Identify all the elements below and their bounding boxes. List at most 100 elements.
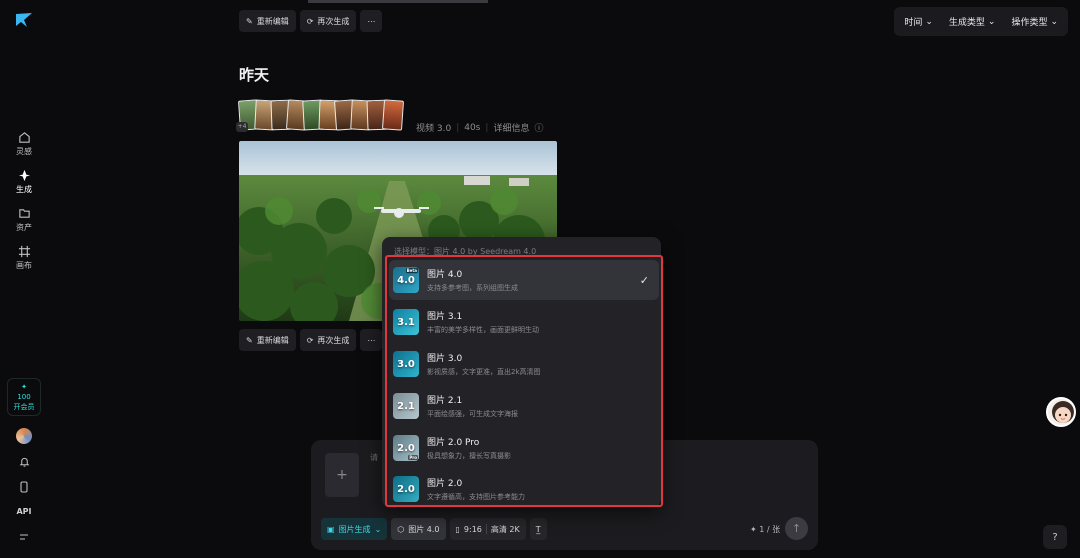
button-label: 再次生成 (317, 16, 350, 26)
more-button[interactable]: ⋯ (360, 10, 383, 32)
details-link[interactable]: 详细信息 (493, 121, 529, 134)
phone-ratio-icon: ▯ (455, 524, 460, 534)
model-select[interactable]: ⬡ 图片 4.0 (391, 518, 446, 540)
count-label: 1 / 张 (759, 525, 781, 534)
image-count[interactable]: ✦ 1 / 张 (750, 524, 780, 535)
mode-label: 图片生成 (338, 524, 371, 534)
model-option-3-0[interactable]: 3.0 图片 3.0 影视质感，文字更准，直出2k高清图 (389, 344, 659, 384)
avatar[interactable] (16, 428, 32, 444)
model-desc: 丰富的美学多样性，画面更鲜明生动 (427, 326, 539, 334)
model-desc: 文字遵循高，支持图片参考能力 (427, 493, 525, 501)
sidebar-item-label: 画布 (16, 261, 32, 270)
edit-icon: ✎ (246, 335, 253, 345)
generation-meta: 视频 3.0 | 40s | 详细信息 ⓘ (416, 121, 543, 135)
badge-text: 4.0 (397, 274, 415, 286)
quality-label: 高清 2K (490, 524, 520, 534)
logo-icon[interactable] (14, 10, 34, 30)
sidebar-item-label: 生成 (16, 185, 32, 194)
info-icon[interactable]: ⓘ (534, 121, 543, 134)
section-title: 昨天 (239, 66, 270, 84)
divider: | (456, 122, 460, 133)
button-label: 重新编辑 (256, 335, 289, 345)
text-style-button[interactable]: T̲ (529, 518, 547, 540)
badge-text: 2.0 (397, 442, 415, 454)
vip-label: 开会员 (13, 403, 35, 411)
model-name: 图片 2.0 (427, 479, 463, 489)
model-option-2-1[interactable]: 2.1 图片 2.1 平面绘感强，可生成文字海报 (389, 386, 659, 426)
sidebar-item-generate[interactable]: 生成 (0, 169, 48, 195)
filter-label: 生成类型 (948, 18, 985, 28)
chevron-down-icon: ⌄ (925, 16, 933, 27)
badge-text: 2.0 (397, 483, 415, 495)
chevron-down-icon: ⌄ (987, 16, 996, 27)
model-badge-icon: 3.0 (393, 351, 419, 377)
filter-bar: 时间 ⌄ 生成类型 ⌄ 操作类型 ⌄ (894, 7, 1068, 36)
badge-text: 2.1 (397, 400, 415, 412)
action-row: ✎ 重新编辑 ⟳ 再次生成 ⋯ (239, 10, 383, 32)
regenerate-button[interactable]: ⟳ 再次生成 (299, 329, 357, 351)
model-label: 视频 3.0 (416, 124, 452, 134)
filter-generation-type[interactable]: 生成类型 ⌄ (941, 9, 1004, 34)
sidebar-item-assets[interactable]: 资产 (0, 207, 48, 233)
ratio-label: 9:16 (463, 524, 482, 534)
image-icon: ▣ (327, 524, 335, 534)
filter-label: 时间 (904, 18, 923, 28)
notification-button[interactable] (0, 456, 48, 468)
plus-icon: + (336, 467, 348, 483)
model-desc: 平面绘感强，可生成文字海报 (427, 410, 518, 418)
chevron-down-icon: ⌄ (1050, 16, 1058, 27)
badge-text: 3.0 (397, 358, 415, 370)
model-option-2-0[interactable]: 2.0 图片 2.0 文字遵循高，支持图片参考能力 (389, 469, 659, 509)
api-link[interactable]: API (0, 507, 48, 516)
assistant-avatar[interactable] (1046, 397, 1076, 427)
menu-button[interactable] (0, 533, 48, 541)
thumbnail (381, 99, 405, 131)
folder-icon (18, 209, 30, 218)
model-name: 图片 2.1 (427, 396, 463, 406)
model-badge-icon: 2.1 (393, 393, 419, 419)
sidebar-item-canvas[interactable]: 画布 (0, 245, 48, 271)
model-badge-icon: 4.0 Beta (393, 267, 419, 293)
reference-thumbnails[interactable] (237, 99, 405, 132)
button-label: 重新编辑 (256, 16, 289, 26)
text-icon: T̲ (535, 524, 541, 534)
duration-label: 40s (464, 122, 481, 133)
cube-icon: ⬡ (397, 524, 405, 534)
divider: | (485, 122, 489, 133)
phone-icon (20, 481, 28, 493)
filter-operation-type[interactable]: 操作类型 ⌄ (1003, 9, 1066, 34)
regenerate-button[interactable]: ⟳ 再次生成 (299, 10, 357, 32)
composer-toolbar: ▣ 图片生成 ⌄ ⬡ 图片 4.0 ▯ 9:16 高清 2K T̲ (321, 518, 547, 540)
sparkle-icon: ✦ (750, 525, 760, 534)
arrow-up-icon: ↑ (791, 522, 802, 535)
filter-time[interactable]: 时间 ⌄ (896, 9, 941, 34)
ratio-quality-select[interactable]: ▯ 9:16 高清 2K (449, 518, 526, 540)
scroll-indicator (308, 0, 488, 3)
reedit-button[interactable]: ✎ 重新编辑 (239, 10, 296, 32)
model-name: 图片 3.0 (427, 354, 463, 364)
upload-reference-button[interactable]: + (325, 453, 359, 497)
question-icon: ? (1052, 531, 1058, 543)
bell-icon (19, 457, 29, 467)
model-badge-icon: 2.0 (393, 476, 419, 502)
model-option-3-1[interactable]: 3.1 图片 3.1 丰富的美学多样性，画面更鲜明生动 (389, 302, 659, 342)
more-icon: ⋯ (367, 335, 376, 345)
more-button[interactable]: ⋯ (360, 329, 383, 351)
model-label: 图片 4.0 (408, 524, 440, 534)
model-desc: 极具想象力，擅长写真摄影 (427, 452, 511, 460)
credit-count: 100 (17, 393, 31, 401)
more-icon: ⋯ (367, 16, 376, 26)
send-button[interactable]: ↑ (785, 517, 808, 540)
vip-button[interactable]: ✦ 100 开会员 (7, 378, 41, 416)
device-button[interactable] (0, 481, 48, 493)
action-row: ✎ 重新编辑 ⟳ 再次生成 ⋯ (239, 329, 383, 351)
reedit-button[interactable]: ✎ 重新编辑 (239, 329, 296, 351)
mode-select[interactable]: ▣ 图片生成 ⌄ (321, 518, 388, 540)
badge-tag: Pro (408, 455, 418, 460)
model-option-4-0[interactable]: 4.0 Beta 图片 4.0 支持多参考图，系列组图生成 ✓ (389, 260, 659, 300)
menu-icon (20, 534, 28, 540)
sidebar-item-inspiration[interactable]: 灵感 (0, 131, 48, 157)
help-button[interactable]: ? (1043, 525, 1067, 549)
model-option-2-0-pro[interactable]: 2.0 Pro 图片 2.0 Pro 极具想象力，擅长写真摄影 (389, 428, 659, 468)
thumbnail-count-badge: +4 (236, 122, 248, 132)
